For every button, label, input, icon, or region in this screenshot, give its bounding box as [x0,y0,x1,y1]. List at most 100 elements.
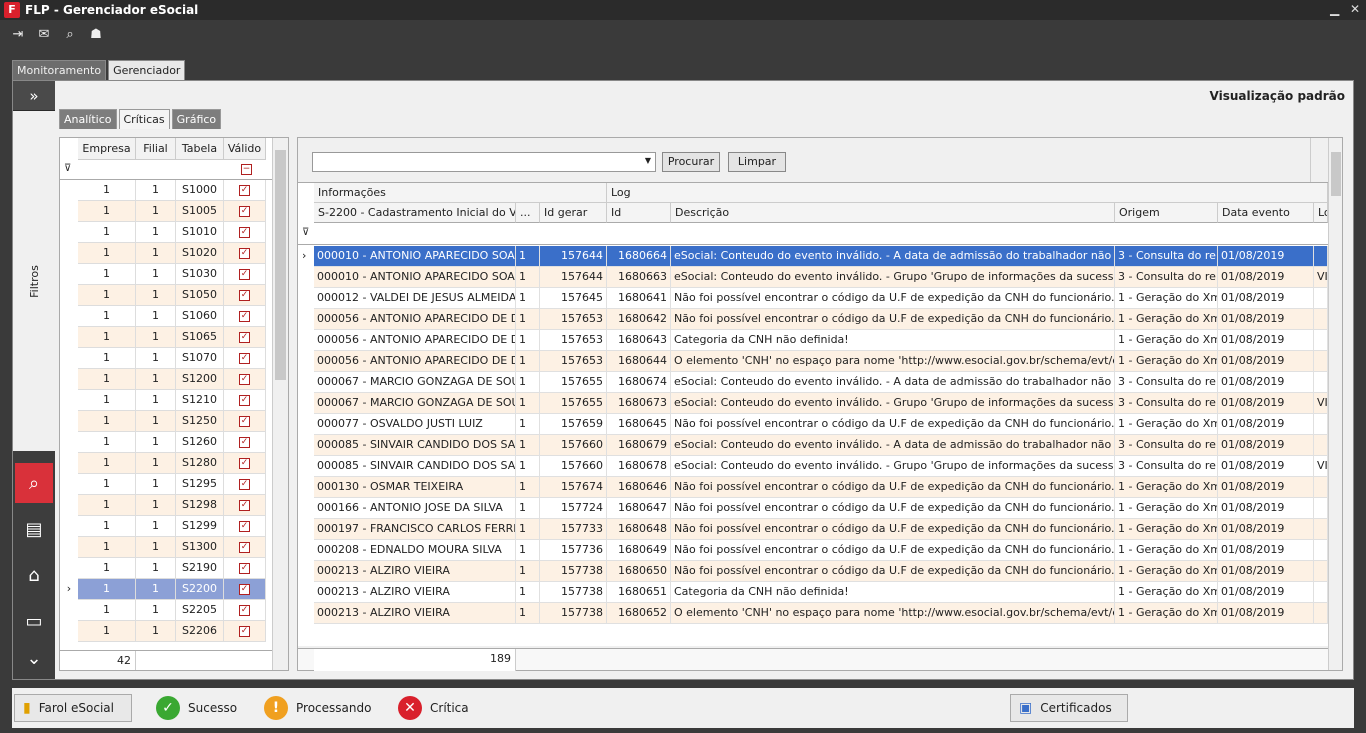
tab-grafico[interactable]: Gráfico [171,109,222,129]
log-row[interactable]: 000213 - ALZIRO VIEIRA 1 157738 1680651 Cate… [298,582,1328,603]
table-row[interactable]: 1 1 S2206 ✓ [60,621,272,642]
tab-gerenciador[interactable]: Gerenciador [108,60,186,80]
table-row[interactable]: 1 1 S1250 ✓ [60,411,272,432]
valid-checkbox[interactable]: ✓ [239,478,250,490]
table-row[interactable]: 1 1 S2190 ✓ [60,558,272,579]
log-vscrollbar[interactable] [1328,138,1342,670]
table-row[interactable]: 1 1 S1299 ✓ [60,516,272,537]
log-row[interactable]: 000067 - MARCIO GONZAGA DE SOUZA 1 157655 1… [298,372,1328,393]
nav-search-icon[interactable]: ⌕ [15,463,53,503]
valid-checkbox[interactable]: ✓ [239,520,250,532]
log-row[interactable]: 000166 - ANTONIO JOSE DA SILVA 1 157724 168… [298,498,1328,519]
tables-scrollbar-thumb[interactable] [275,150,286,380]
farol-esocial-button[interactable]: ▮ Farol eSocial [14,694,132,722]
log-filter-row[interactable]: ⊽ [298,223,1328,245]
col-valido[interactable]: Válido [224,138,266,159]
table-row[interactable]: 1 1 S1070 ✓ [60,348,272,369]
table-row[interactable]: 1 1 S1065 ✓ [60,327,272,348]
valid-checkbox[interactable]: ✓ [239,373,250,385]
user-icon[interactable]: ☗ [86,24,106,44]
procurar-button[interactable]: Procurar [662,152,720,172]
valid-checkbox[interactable]: ✓ [239,268,250,280]
log-row[interactable]: 000085 - SINVAIR CANDIDO DOS SAN... 1 1576… [298,435,1328,456]
table-row[interactable]: 1 1 S1200 ✓ [60,369,272,390]
col-data-evento[interactable]: Data evento [1218,203,1314,223]
col-id[interactable]: Id [607,203,671,223]
table-row[interactable]: 1 1 S1060 ✓ [60,306,272,327]
valid-checkbox[interactable]: ✓ [239,436,250,448]
valid-checkbox[interactable]: ✓ [239,205,250,217]
log-row[interactable]: 000012 - VALDEI DE JESUS ALMEIDA 1 157645 1… [298,288,1328,309]
exit-icon[interactable]: ⇥ [8,24,28,44]
search-combo[interactable]: ▼ [312,152,656,172]
valid-checkbox[interactable]: ✓ [239,562,250,574]
log-row[interactable]: 000130 - OSMAR TEIXEIRA 1 157674 1680646 Não… [298,477,1328,498]
log-row[interactable]: 000077 - OSVALDO JUSTI LUIZ 1 157659 168064… [298,414,1328,435]
valid-checkbox[interactable]: ✓ [239,499,250,511]
log-vscroll-thumb[interactable] [1331,152,1341,196]
expand-button[interactable]: » [13,81,55,111]
table-row[interactable]: 1 1 S1000 ✓ [60,180,272,201]
col-filial[interactable]: Filial [136,138,176,159]
col-origem[interactable]: Origem [1115,203,1218,223]
nav-computer-icon[interactable]: ▭ [15,601,53,641]
valid-checkbox[interactable]: ✓ [239,247,250,259]
log-row[interactable]: 000056 - ANTONIO APARECIDO DE D... 1 15765… [298,309,1328,330]
table-row[interactable]: 1 1 S1020 ✓ [60,243,272,264]
valid-checkbox[interactable]: ✓ [239,625,250,637]
log-row[interactable]: 000208 - EDNALDO MOURA SILVA 1 157736 16806… [298,540,1328,561]
valid-filter-checkbox[interactable]: − [241,164,252,175]
col-empresa[interactable]: Empresa [78,138,136,159]
col-id-gerar[interactable]: Id gerar [540,203,607,223]
table-row[interactable]: 1 1 S1010 ✓ [60,222,272,243]
valid-checkbox[interactable]: ✓ [239,394,250,406]
valid-checkbox[interactable]: ✓ [239,415,250,427]
table-row[interactable]: 1 1 S1280 ✓ [60,453,272,474]
valid-checkbox[interactable]: ✓ [239,310,250,322]
limpar-button[interactable]: Limpar [728,152,786,172]
valid-checkbox[interactable]: ✓ [239,184,250,196]
log-row[interactable]: 000085 - SINVAIR CANDIDO DOS SAN... 1 1576… [298,456,1328,477]
table-row[interactable]: 1 1 S1298 ✓ [60,495,272,516]
tab-analitico[interactable]: Analítico [59,109,117,129]
log-row[interactable]: 000010 - ANTONIO APARECIDO SOA... 1 157644… [298,267,1328,288]
col-lo[interactable]: Lo [1314,203,1328,223]
minimize-button[interactable]: ▁ [1330,2,1339,16]
table-row[interactable]: 1 1 S1005 ✓ [60,201,272,222]
log-row[interactable]: 000056 - ANTONIO APARECIDO DE D... 1 15765… [298,351,1328,372]
tab-criticas[interactable]: Críticas [118,109,170,129]
nav-more-button[interactable]: ⌄ [15,643,53,673]
log-row[interactable]: 000197 - FRANCISCO CARLOS FERRE... 1 15773… [298,519,1328,540]
search-icon[interactable]: ⌕ [60,24,80,44]
valid-checkbox[interactable]: ✓ [239,352,250,364]
log-row[interactable]: › 000010 - ANTONIO APARECIDO SOA... 1 15764… [298,246,1328,267]
nav-home-icon[interactable]: ⌂ [15,555,53,595]
table-row[interactable]: 1 1 S1030 ✓ [60,264,272,285]
table-row[interactable]: › 1 1 S2200 ✓ [60,579,272,600]
valid-checkbox[interactable]: ✓ [239,457,250,469]
log-row[interactable]: 000056 - ANTONIO APARECIDO DE D... 1 15765… [298,330,1328,351]
certificados-button[interactable]: ▣ Certificados [1010,694,1128,722]
tables-filter-row[interactable]: ⊽ − [60,160,272,180]
nav-film-icon[interactable]: ▤ [15,509,53,549]
col-descricao[interactable]: Descrição [671,203,1115,223]
message-icon[interactable]: ✉ [34,24,54,44]
tab-monitoramento[interactable]: Monitoramento [12,60,107,80]
table-row[interactable]: 1 1 S1210 ✓ [60,390,272,411]
top-scrollbar[interactable] [1310,138,1326,182]
col-n[interactable]: ... [516,203,540,223]
table-row[interactable]: 1 1 S2205 ✓ [60,600,272,621]
filtros-panel[interactable]: Filtros [13,111,55,451]
valid-checkbox[interactable]: ✓ [239,289,250,301]
log-row[interactable]: 000213 - ALZIRO VIEIRA 1 157738 1680652 O el… [298,603,1328,624]
valid-checkbox[interactable]: ✓ [239,331,250,343]
close-button[interactable]: ✕ [1350,2,1360,16]
table-row[interactable]: 1 1 S1295 ✓ [60,474,272,495]
valid-checkbox[interactable]: ✓ [239,226,250,238]
col-tabela[interactable]: Tabela [176,138,224,159]
table-row[interactable]: 1 1 S1260 ✓ [60,432,272,453]
table-row[interactable]: 1 1 S1300 ✓ [60,537,272,558]
valid-checkbox[interactable]: ✓ [239,541,250,553]
valid-checkbox[interactable]: ✓ [239,604,250,616]
table-row[interactable]: 1 1 S1050 ✓ [60,285,272,306]
